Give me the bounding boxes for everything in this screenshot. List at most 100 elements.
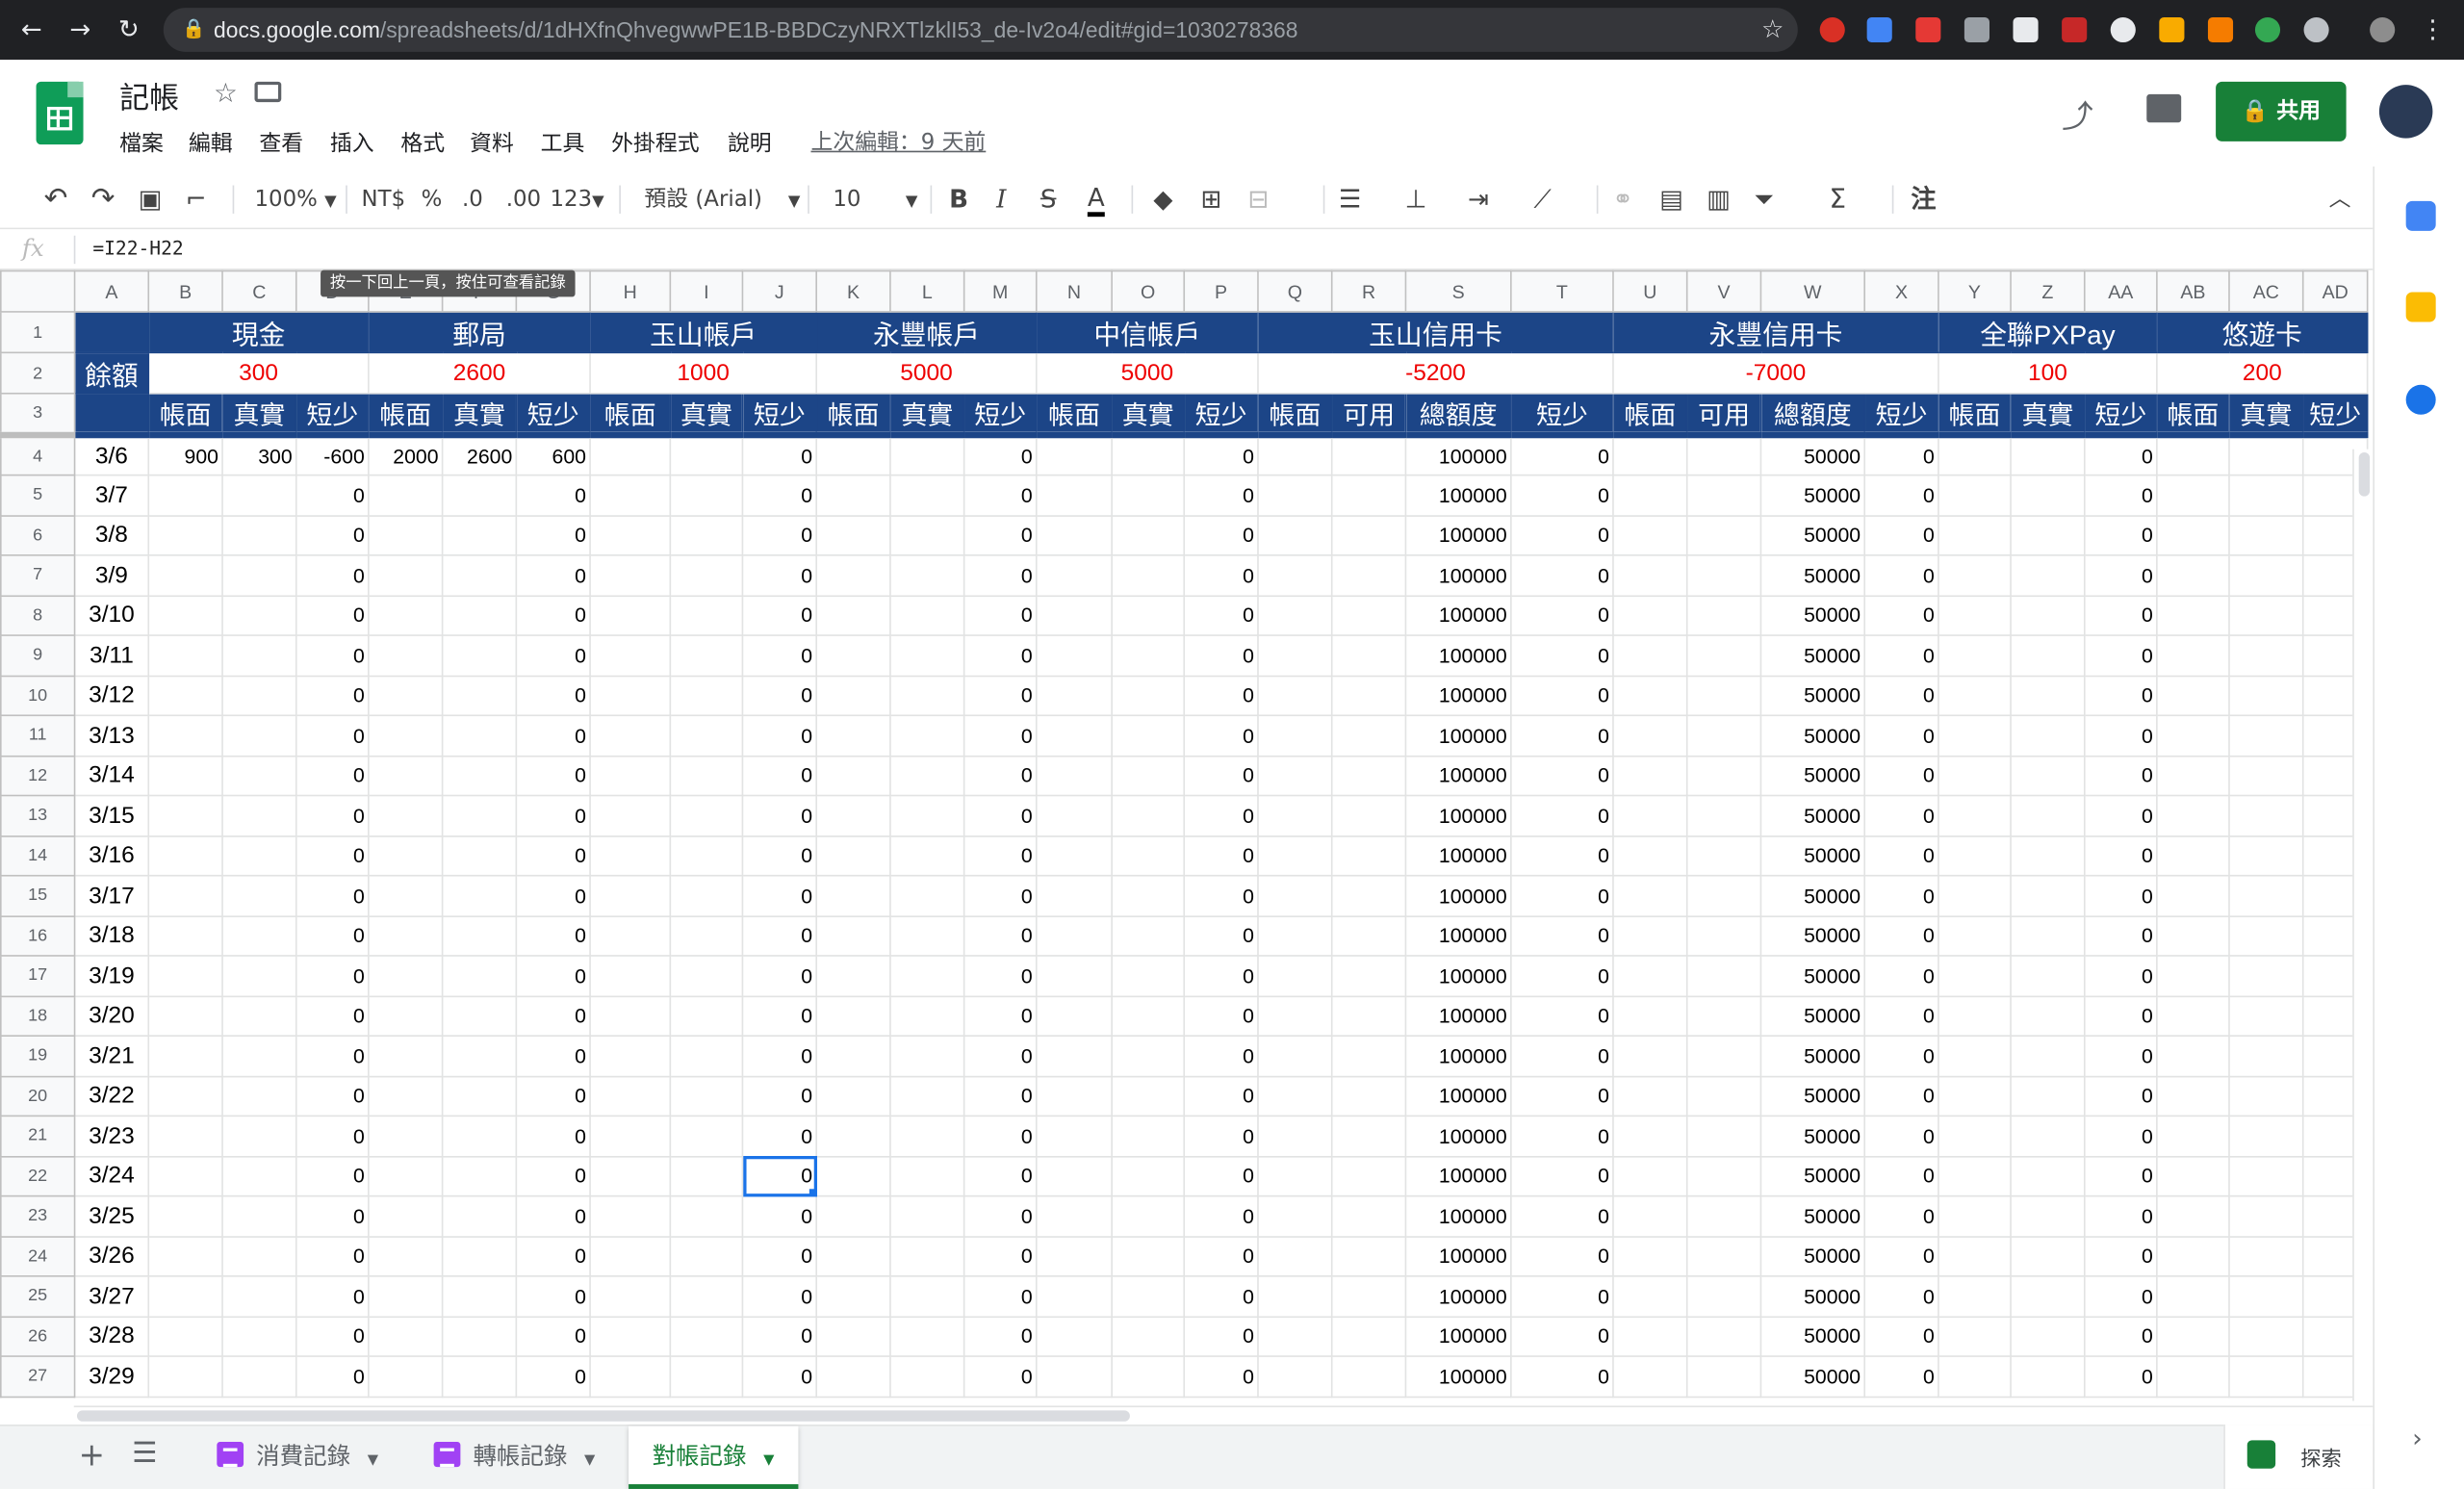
cell[interactable]: 50000 [1759, 594, 1866, 636]
cell[interactable]: -600 [295, 434, 370, 476]
font-size-select[interactable]: 10 ▼ [833, 184, 917, 218]
cell[interactable]: 0 [1183, 554, 1259, 597]
sub-header-cell[interactable]: 真實 [889, 392, 965, 439]
column-header[interactable]: AA [2083, 270, 2158, 313]
cell[interactable]: 0 [2083, 1355, 2158, 1398]
cell[interactable] [1035, 1315, 1113, 1357]
row-header[interactable]: 25 [0, 1275, 76, 1318]
cell[interactable]: 0 [1863, 434, 1939, 476]
cell[interactable] [147, 1035, 223, 1077]
cell[interactable]: 0 [515, 554, 591, 597]
cell[interactable]: 0 [741, 1235, 818, 1277]
cell[interactable] [1685, 1074, 1762, 1117]
cell[interactable]: 100000 [1404, 955, 1512, 997]
cell[interactable]: 0 [741, 1315, 818, 1357]
cell[interactable] [2010, 634, 2086, 677]
vertical-align-icon[interactable]: ⊥ [1405, 184, 1427, 216]
cell[interactable] [147, 474, 223, 517]
cell[interactable] [1685, 994, 1762, 1037]
cell[interactable] [368, 1194, 444, 1238]
column-header[interactable]: M [962, 270, 1038, 313]
row-header[interactable]: 7 [0, 554, 76, 597]
horizontal-align-icon[interactable]: ☰ [1339, 184, 1361, 216]
cell[interactable] [2156, 1235, 2230, 1277]
cell[interactable]: 0 [515, 914, 591, 957]
cell[interactable] [2156, 594, 2230, 636]
cell[interactable] [815, 1074, 891, 1117]
comments-icon[interactable] [2146, 93, 2182, 123]
cell[interactable]: 50000 [1759, 1355, 1866, 1398]
account-header-cell[interactable]: 郵局 [368, 311, 591, 354]
filter-icon[interactable]: ⏷ [1754, 184, 1774, 216]
select-all-corner[interactable] [0, 270, 76, 313]
cell[interactable] [1035, 674, 1113, 717]
cell[interactable] [669, 1035, 744, 1077]
cell[interactable] [815, 434, 891, 476]
cell[interactable] [2228, 1194, 2304, 1238]
cell[interactable] [1685, 794, 1762, 836]
cell[interactable]: 0 [1183, 834, 1259, 877]
cell[interactable]: 0 [1863, 714, 1939, 757]
cell[interactable]: 100000 [1404, 674, 1512, 717]
cell[interactable] [2228, 634, 2304, 677]
menu-help[interactable]: 說明 [728, 127, 772, 159]
cell[interactable] [147, 514, 223, 556]
cell[interactable]: 0 [962, 1355, 1038, 1398]
date-cell[interactable]: 3/28 [73, 1315, 150, 1357]
cell[interactable] [1612, 1074, 1688, 1117]
cell[interactable] [1111, 994, 1186, 1037]
cell[interactable]: 0 [2083, 834, 2158, 877]
cell[interactable] [2156, 994, 2230, 1037]
cell[interactable] [368, 755, 444, 797]
cell[interactable]: 0 [962, 1315, 1038, 1357]
cell[interactable] [1938, 874, 2012, 917]
sheet-table[interactable]: ABCDEFGHIJKLMNOPQRSTUVWXYZAAABACAD1現金郵局玉… [0, 270, 2369, 1398]
cell[interactable]: 100000 [1404, 1074, 1512, 1117]
cell[interactable] [441, 634, 518, 677]
cell[interactable] [2010, 914, 2086, 957]
cell[interactable] [1330, 1235, 1407, 1277]
cell[interactable] [1612, 514, 1688, 556]
cell[interactable] [589, 1315, 672, 1357]
cell[interactable] [1330, 1115, 1407, 1157]
cell[interactable] [441, 514, 518, 556]
cell[interactable]: 0 [741, 714, 818, 757]
cell[interactable] [1685, 674, 1762, 717]
decrease-decimal-button[interactable]: .0 [462, 184, 483, 216]
extension-s-icon[interactable] [1915, 16, 1941, 43]
cell[interactable]: 100000 [1404, 714, 1512, 757]
cell[interactable]: 0 [2083, 1074, 2158, 1117]
cell[interactable]: 0 [2083, 874, 2158, 917]
cell[interactable] [589, 514, 672, 556]
paint-format-icon[interactable]: ⌐ [186, 184, 207, 216]
cell[interactable] [2010, 834, 2086, 877]
cell[interactable] [669, 1355, 744, 1398]
row-header[interactable]: 26 [0, 1315, 76, 1357]
date-cell[interactable]: 3/19 [73, 955, 150, 997]
cell[interactable] [2010, 794, 2086, 836]
account-header-cell[interactable]: 全聯PXPay [1938, 311, 2158, 354]
cell[interactable]: 0 [1183, 1115, 1259, 1157]
account-header-cell[interactable]: 中信帳戶 [1035, 311, 1259, 354]
row-header[interactable]: 27 [0, 1355, 76, 1398]
extension-translate-icon[interactable] [1866, 16, 1892, 43]
menu-data[interactable]: 資料 [470, 127, 514, 159]
cell[interactable] [368, 594, 444, 636]
cell[interactable] [1612, 474, 1688, 517]
cell[interactable] [147, 554, 223, 597]
cell[interactable]: 50000 [1759, 474, 1866, 517]
cell[interactable]: 300 [221, 434, 297, 476]
cell[interactable]: 100000 [1404, 634, 1512, 677]
cell[interactable] [1685, 474, 1762, 517]
column-header[interactable]: AB [2156, 270, 2230, 313]
cell[interactable] [589, 1355, 672, 1398]
sheets-logo-icon[interactable] [36, 81, 84, 145]
cell[interactable] [669, 674, 744, 717]
date-cell[interactable]: 3/12 [73, 674, 150, 717]
sub-header-cell[interactable]: 短少 [1863, 392, 1939, 439]
cell[interactable] [669, 554, 744, 597]
cell[interactable] [1685, 554, 1762, 597]
cell[interactable]: 0 [515, 634, 591, 677]
cell[interactable]: 0 [295, 914, 370, 957]
merge-cells-icon[interactable]: ⊟ [1247, 184, 1269, 216]
